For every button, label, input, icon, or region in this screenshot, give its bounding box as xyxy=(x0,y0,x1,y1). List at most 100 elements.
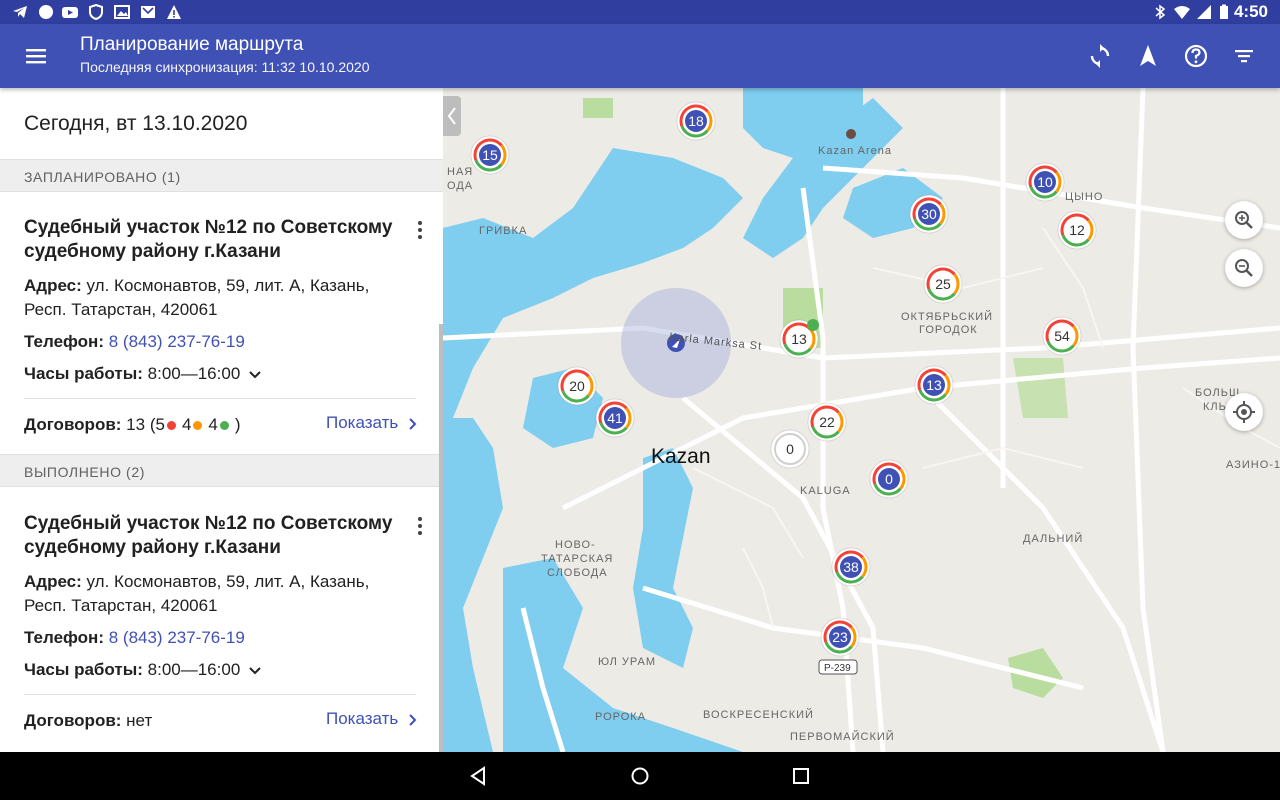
contracts-total: 13 xyxy=(126,415,146,434)
show-contracts-button[interactable]: Показать xyxy=(326,709,419,729)
divider xyxy=(24,398,416,399)
marker-count: 38 xyxy=(843,559,859,575)
zoom-in-button[interactable] xyxy=(1225,201,1263,239)
marker-count: 20 xyxy=(569,378,585,394)
marker-count: 13 xyxy=(926,377,942,393)
district-label: ОДА xyxy=(447,180,473,192)
circle-icon xyxy=(39,5,53,19)
recents-icon[interactable] xyxy=(789,764,813,788)
orange-status-dot xyxy=(193,420,203,430)
menu-icon[interactable] xyxy=(22,44,50,68)
map-marker[interactable]: 0 xyxy=(770,429,810,469)
app-bar: Планирование маршрута Последняя синхрони… xyxy=(0,24,1280,88)
district-label: ЮЛ УРАМ xyxy=(598,656,656,668)
zoom-out-icon xyxy=(1235,259,1253,277)
more-vert-icon[interactable] xyxy=(412,516,428,536)
phone-label: Телефон: xyxy=(24,628,104,647)
chevron-right-icon xyxy=(409,713,417,726)
marker-count: 12 xyxy=(1069,222,1085,238)
visit-phone: Телефон: 8 (843) 237-76-19 xyxy=(24,626,404,650)
page-title: Планирование маршрута xyxy=(80,34,304,55)
phone-link[interactable]: 8 (843) 237-76-19 xyxy=(109,332,245,351)
visit-phone: Телефон: 8 (843) 237-76-19 xyxy=(24,330,404,354)
zoom-out-button[interactable] xyxy=(1225,249,1263,287)
home-icon[interactable] xyxy=(628,764,652,788)
district-label: ЦЫНО xyxy=(1065,191,1103,203)
marker-count: 15 xyxy=(482,147,498,163)
map-marker[interactable]: 25 xyxy=(923,264,963,304)
map-canvas[interactable]: Karla Marksa St Kazan Kazan Arena ГРИВКА… xyxy=(443,88,1280,752)
map-marker[interactable]: 18 xyxy=(676,101,716,141)
marker-count: 0 xyxy=(885,471,893,487)
marker-count: 25 xyxy=(935,276,951,292)
collapse-panel-handle[interactable] xyxy=(443,96,461,136)
section-header-done: ВЫПОЛНЕНО (2) xyxy=(0,454,443,487)
marker-count: 30 xyxy=(921,206,937,222)
checked-badge-icon xyxy=(807,319,819,331)
visit-name: Судебный участок №12 по Советскому судеб… xyxy=(24,217,393,262)
map-marker[interactable]: 20 xyxy=(557,366,597,406)
my-location-button[interactable] xyxy=(1225,393,1263,431)
sync-icon[interactable] xyxy=(1086,42,1114,70)
navigation-icon[interactable] xyxy=(1134,42,1162,70)
contracts-label: Договоров: xyxy=(24,415,122,434)
map-marker[interactable]: 41 xyxy=(595,398,635,438)
minor-roads xyxy=(692,227,1280,629)
district-label: ТАТАРСКАЯ xyxy=(541,553,613,565)
district-label: КЛЬ xyxy=(1203,401,1227,413)
address-label: Адрес: xyxy=(24,276,82,295)
district-label: ДАЛЬНИЙ xyxy=(1023,532,1083,545)
park-area xyxy=(583,98,613,118)
system-nav-bar xyxy=(0,752,1280,800)
map-marker[interactable]: 10 xyxy=(1025,162,1065,202)
district-label: СЛОБОДА xyxy=(547,567,608,579)
map-marker[interactable]: 38 xyxy=(831,547,871,587)
map-marker[interactable]: 54 xyxy=(1042,316,1082,356)
hours-value: 8:00—16:00 xyxy=(147,364,241,383)
chevron-down-icon[interactable] xyxy=(248,664,262,678)
district-label: РОРОКА xyxy=(595,711,646,723)
show-contracts-button[interactable]: Показать xyxy=(326,413,419,433)
visit-hours[interactable]: Часы работы: 8:00—16:00 xyxy=(24,658,404,682)
district-label: НАЯ xyxy=(447,166,473,178)
shield-icon xyxy=(89,4,103,20)
district-label: ВОСКРЕСЕНСКИЙ xyxy=(703,708,814,721)
contracts-label: Договоров: xyxy=(24,711,122,730)
address-label: Адрес: xyxy=(24,572,82,591)
clock: 4:50 xyxy=(1233,2,1268,21)
arena-label: Kazan Arena xyxy=(818,145,892,157)
map-marker[interactable]: 13 xyxy=(914,365,954,405)
signal-icon xyxy=(1197,5,1211,19)
filter-icon[interactable] xyxy=(1230,42,1258,70)
divider xyxy=(24,694,416,695)
marker-count: 0 xyxy=(786,441,794,457)
visit-address: Адрес: ул. Космонавтов, 59, лит. А, Каза… xyxy=(24,274,404,322)
visit-address: Адрес: ул. Космонавтов, 59, лит. А, Каза… xyxy=(24,570,404,618)
red-status-dot xyxy=(166,420,176,430)
map-marker[interactable]: 13 xyxy=(779,319,819,359)
show-label: Показать xyxy=(325,413,399,432)
map-marker[interactable]: 22 xyxy=(807,402,847,442)
contracts-red-count: 5 xyxy=(155,415,165,434)
map-marker[interactable]: 12 xyxy=(1057,210,1097,250)
visits-list-panel[interactable]: Сегодня, вт 13.10.2020 ЗАПЛАНИРОВАНО (1)… xyxy=(0,88,443,752)
district-label: ГРИВКА xyxy=(479,225,527,237)
help-icon[interactable] xyxy=(1182,42,1210,70)
section-header-planned: ЗАПЛАНИРОВАНО (1) xyxy=(0,159,443,192)
hours-label: Часы работы: xyxy=(24,364,143,383)
zoom-in-icon xyxy=(1235,211,1253,229)
contracts-orange-count: 4 xyxy=(181,415,192,434)
map-marker[interactable]: 0 xyxy=(869,459,909,499)
map-marker[interactable]: 30 xyxy=(909,194,949,234)
back-icon[interactable] xyxy=(466,764,490,788)
map-marker[interactable]: 23 xyxy=(820,617,860,657)
city-label: Kazan xyxy=(651,445,711,468)
sync-status: Последняя синхронизация: 11:32 10.10.202… xyxy=(80,59,370,75)
contracts-green-count: 4 xyxy=(208,415,218,434)
chevron-down-icon[interactable] xyxy=(248,368,262,382)
phone-link[interactable]: 8 (843) 237-76-19 xyxy=(109,628,245,647)
map-view[interactable]: Karla Marksa St Kazan Kazan Arena ГРИВКА… xyxy=(443,88,1280,752)
map-marker[interactable]: 15 xyxy=(470,135,510,175)
more-vert-icon[interactable] xyxy=(412,220,428,240)
visit-hours[interactable]: Часы работы: 8:00—16:00 xyxy=(24,362,404,386)
